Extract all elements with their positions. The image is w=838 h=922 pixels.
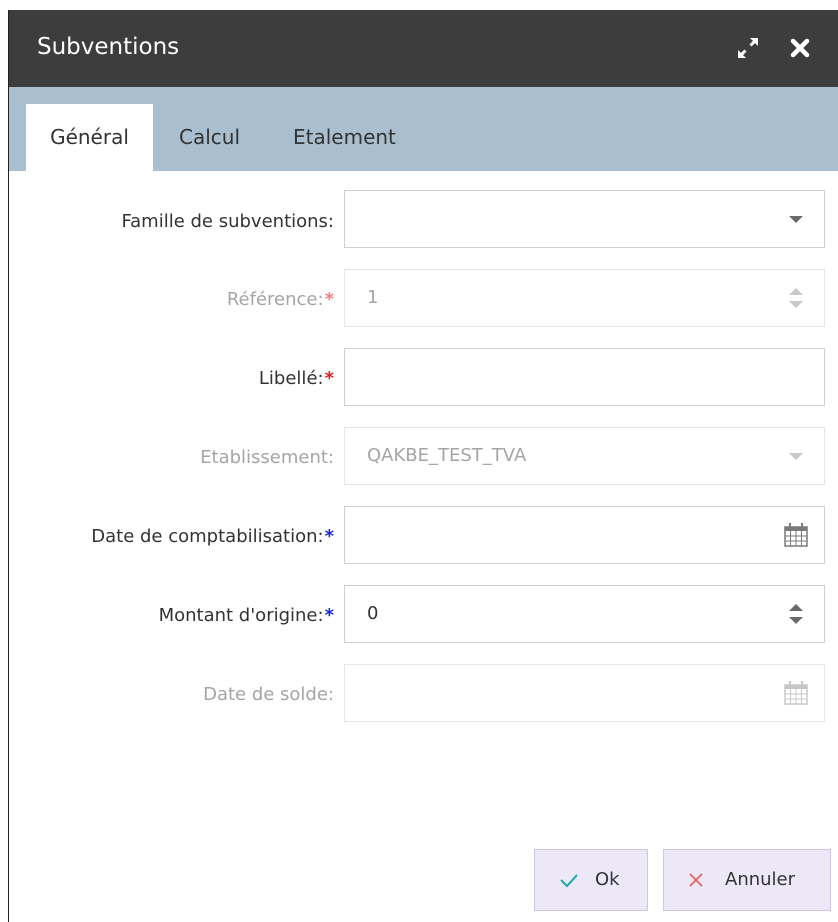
date-solde-input: [344, 664, 825, 722]
montant-origine-value: 0: [367, 603, 379, 624]
subventions-dialog: Subventions Général Calcul Etalement Fam…: [9, 10, 838, 922]
date-comptabilisation-input[interactable]: [344, 506, 825, 564]
spinner-icon: [789, 288, 803, 308]
ok-label: Ok: [595, 869, 620, 890]
expand-icon[interactable]: [735, 35, 761, 61]
montant-origine-label: Montant d'origine:*: [158, 605, 334, 626]
libelle-label: Libellé:*: [258, 368, 334, 389]
check-icon: [560, 874, 578, 888]
cancel-label: Annuler: [725, 869, 796, 890]
famille-label: Famille de subventions:: [121, 211, 334, 232]
famille-dropdown[interactable]: [344, 190, 825, 248]
close-icon[interactable]: [787, 35, 813, 61]
dialog-title: Subventions: [37, 34, 180, 60]
tab-calcul[interactable]: Calcul: [179, 104, 240, 171]
caret-down-icon: [789, 453, 803, 460]
libelle-input[interactable]: [344, 348, 825, 406]
required-marker: *: [324, 526, 334, 547]
caret-down-icon: [789, 216, 803, 223]
spinner-icon[interactable]: [782, 600, 810, 628]
date-comptabilisation-label: Date de comptabilisation:*: [91, 526, 334, 547]
required-marker: *: [324, 605, 334, 626]
required-marker: *: [324, 289, 334, 310]
calendar-icon: [784, 681, 808, 705]
cancel-button[interactable]: Annuler: [663, 849, 831, 911]
tab-general[interactable]: Général: [26, 104, 153, 171]
etablissement-label: Etablissement:: [200, 447, 334, 468]
reference-label: Référence:*: [226, 289, 334, 310]
tab-bar: Général Calcul Etalement: [9, 87, 838, 171]
calendar-icon[interactable]: [782, 521, 810, 549]
tab-etalement[interactable]: Etalement: [293, 104, 396, 171]
x-icon: [689, 873, 703, 887]
dialog-titlebar: Subventions: [9, 10, 838, 87]
montant-origine-input[interactable]: 0: [344, 585, 825, 643]
ok-button[interactable]: Ok: [534, 849, 648, 911]
etablissement-value: QAKBE_TEST_TVA: [367, 445, 527, 466]
date-solde-label: Date de solde:: [203, 684, 334, 705]
etablissement-dropdown: QAKBE_TEST_TVA: [344, 427, 825, 485]
required-marker: *: [324, 368, 334, 389]
reference-value: 1: [367, 287, 379, 308]
reference-input: 1: [344, 269, 825, 327]
